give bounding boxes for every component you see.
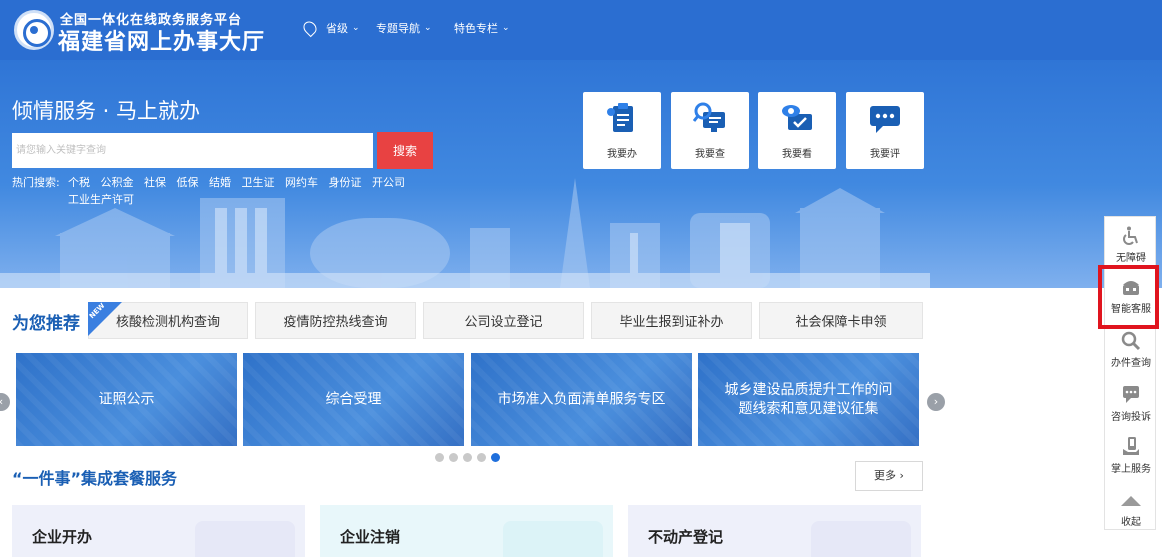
package-card-real-estate[interactable]: 不动产登记 xyxy=(628,505,921,557)
slide-label: 市场准入负面清单服务专区 xyxy=(497,391,666,407)
chevron-right-icon: › xyxy=(899,469,904,482)
magnifier-monitor-icon xyxy=(692,102,727,134)
hot-search-links: 个税 公积金 社保 低保 结婚 卫生证 网约车 身份证 开公司 工业生产许可 xyxy=(68,174,428,208)
tile-apply-label: 我要办 xyxy=(607,149,637,160)
package-card-title: 不动产登记 xyxy=(648,528,724,546)
recommend-item-social-security-card[interactable]: 社会保障卡申领 xyxy=(759,302,923,339)
more-button-label: 更多 xyxy=(874,469,897,482)
carousel-slide-market-access[interactable]: 市场准入负面清单服务专区 xyxy=(471,353,692,446)
sidebar-item-label: 收起 xyxy=(1121,517,1141,528)
wheelchair-icon xyxy=(1120,226,1142,246)
card-decoration xyxy=(811,521,911,557)
search-button[interactable]: 搜索 xyxy=(377,132,433,169)
government-emblem-icon[interactable] xyxy=(14,10,54,50)
carousel-dot[interactable] xyxy=(449,453,458,462)
hot-link[interactable]: 工业生产许可 xyxy=(68,193,134,206)
hero-banner: 倾情服务 · 马上就办 搜索 热门搜索: 个税 公积金 社保 低保 结婚 卫生证… xyxy=(0,60,1162,288)
nav-province[interactable]: 省级 ⌄ xyxy=(300,18,360,38)
tile-view[interactable]: 我要看 xyxy=(758,92,836,169)
nav-features[interactable]: 特色专栏 ⌄ xyxy=(454,20,510,36)
more-button[interactable]: 更多 › xyxy=(855,461,923,491)
carousel-slide-urban-quality[interactable]: 城乡建设品质提升工作的问题线索和意见建议征集 xyxy=(698,353,919,446)
chevron-down-icon: ⌄ xyxy=(502,23,510,33)
package-card-business-startup[interactable]: 企业开办 xyxy=(12,505,305,557)
recommend-title: 为您推荐 xyxy=(12,314,80,334)
package-card-business-closure[interactable]: 企业注销 xyxy=(320,505,613,557)
recommend-item-company-registration[interactable]: 公司设立登记 xyxy=(423,302,584,339)
package-card-title: 企业开办 xyxy=(32,528,93,546)
recommend-item-label: 核酸检测机构查询 xyxy=(115,315,220,330)
chevron-down-icon: ⌄ xyxy=(424,23,432,33)
recommend-item-epidemic-hotline[interactable]: 疫情防控热线查询 xyxy=(255,302,416,339)
eye-board-icon xyxy=(780,102,814,134)
tile-evaluate[interactable]: 我要评 xyxy=(846,92,924,169)
carousel-prev-arrow-icon[interactable]: ‹ xyxy=(0,393,10,411)
collapse-up-icon xyxy=(1120,490,1142,510)
hot-link[interactable]: 个税 xyxy=(68,176,90,189)
recommend-item-label: 社会保障卡申领 xyxy=(795,315,887,330)
location-pin-icon xyxy=(300,18,320,38)
chevron-down-icon: ⌄ xyxy=(352,23,360,33)
tile-view-label: 我要看 xyxy=(782,149,812,160)
carousel-dot[interactable] xyxy=(463,453,472,462)
hot-link[interactable]: 公积金 xyxy=(101,176,134,189)
nav-features-label: 特色专栏 xyxy=(454,22,498,35)
recommend-item-label: 公司设立登记 xyxy=(464,315,543,330)
top-header: 全国一体化在线政务服务平台 福建省网上办事大厅 省级 ⌄ 专题导航 ⌄ 特色专栏… xyxy=(0,0,1162,60)
tile-apply[interactable]: 我要办 xyxy=(583,92,661,169)
hot-link[interactable]: 社保 xyxy=(144,176,166,189)
sidebar-item-accessibility[interactable]: 无障碍 xyxy=(1105,226,1157,264)
hot-search-label: 热门搜索: xyxy=(12,176,60,189)
sidebar-item-collapse[interactable]: 收起 xyxy=(1105,490,1157,528)
clipboard-icon xyxy=(605,102,639,134)
carousel-next-arrow-icon[interactable]: › xyxy=(927,393,945,411)
carousel-dot[interactable] xyxy=(477,453,486,462)
search-input[interactable] xyxy=(12,133,373,168)
banner-slogan: 倾情服务 · 马上就办 xyxy=(12,99,201,123)
sidebar-item-case-query[interactable]: 办件查询 xyxy=(1105,331,1157,369)
tile-evaluate-label: 我要评 xyxy=(870,149,900,160)
hand-phone-icon xyxy=(1120,437,1142,457)
carousel-slide-certificates[interactable]: 证照公示 xyxy=(16,353,237,446)
chat-icon xyxy=(1120,385,1142,405)
carousel-dot-active[interactable] xyxy=(491,453,500,462)
sidebar-item-label: 咨询投诉 xyxy=(1111,412,1151,423)
hot-link[interactable]: 卫生证 xyxy=(242,176,275,189)
floating-sidebar: 无障碍 智能客服 办件查询 咨询投诉 掌上服务 收起 xyxy=(1104,216,1156,530)
chat-bubble-icon xyxy=(868,102,902,134)
slide-label: 综合受理 xyxy=(325,391,382,407)
nav-topics-label: 专题导航 xyxy=(376,22,420,35)
site-title[interactable]: 福建省网上办事大厅 xyxy=(58,24,265,56)
recommend-item-label: 毕业生报到证补办 xyxy=(619,315,724,330)
sidebar-item-mobile-service[interactable]: 掌上服务 xyxy=(1105,437,1157,475)
carousel-dot[interactable] xyxy=(435,453,444,462)
recommend-item-graduate-certificate[interactable]: 毕业生报到证补办 xyxy=(591,302,752,339)
hot-link[interactable]: 低保 xyxy=(177,176,199,189)
hot-link[interactable]: 网约车 xyxy=(285,176,318,189)
highlight-box xyxy=(1098,265,1159,329)
slide-label: 证照公示 xyxy=(98,391,155,407)
hot-link[interactable]: 结婚 xyxy=(209,176,231,189)
tile-query-label: 我要查 xyxy=(695,149,725,160)
recommend-item-label: 疫情防控热线查询 xyxy=(283,315,388,330)
hot-link[interactable]: 身份证 xyxy=(329,176,362,189)
nav-province-label: 省级 xyxy=(326,22,348,35)
nav-topics[interactable]: 专题导航 ⌄ xyxy=(376,20,432,36)
sidebar-item-consult-complaint[interactable]: 咨询投诉 xyxy=(1105,385,1157,423)
package-card-title: 企业注销 xyxy=(340,528,401,546)
carousel-slide-comprehensive[interactable]: 综合受理 xyxy=(243,353,464,446)
slide-label: 城乡建设品质提升工作的问题线索和意见建议征集 xyxy=(724,381,893,417)
hot-link[interactable]: 开公司 xyxy=(372,176,405,189)
sidebar-item-label: 无障碍 xyxy=(1116,253,1146,264)
tile-query[interactable]: 我要查 xyxy=(671,92,749,169)
card-decoration xyxy=(503,521,603,557)
package-section-title: “一件事”集成套餐服务 xyxy=(12,469,178,488)
sidebar-item-label: 办件查询 xyxy=(1111,358,1151,369)
search-icon xyxy=(1120,331,1142,351)
card-decoration xyxy=(195,521,295,557)
sidebar-item-label: 掌上服务 xyxy=(1111,464,1151,475)
